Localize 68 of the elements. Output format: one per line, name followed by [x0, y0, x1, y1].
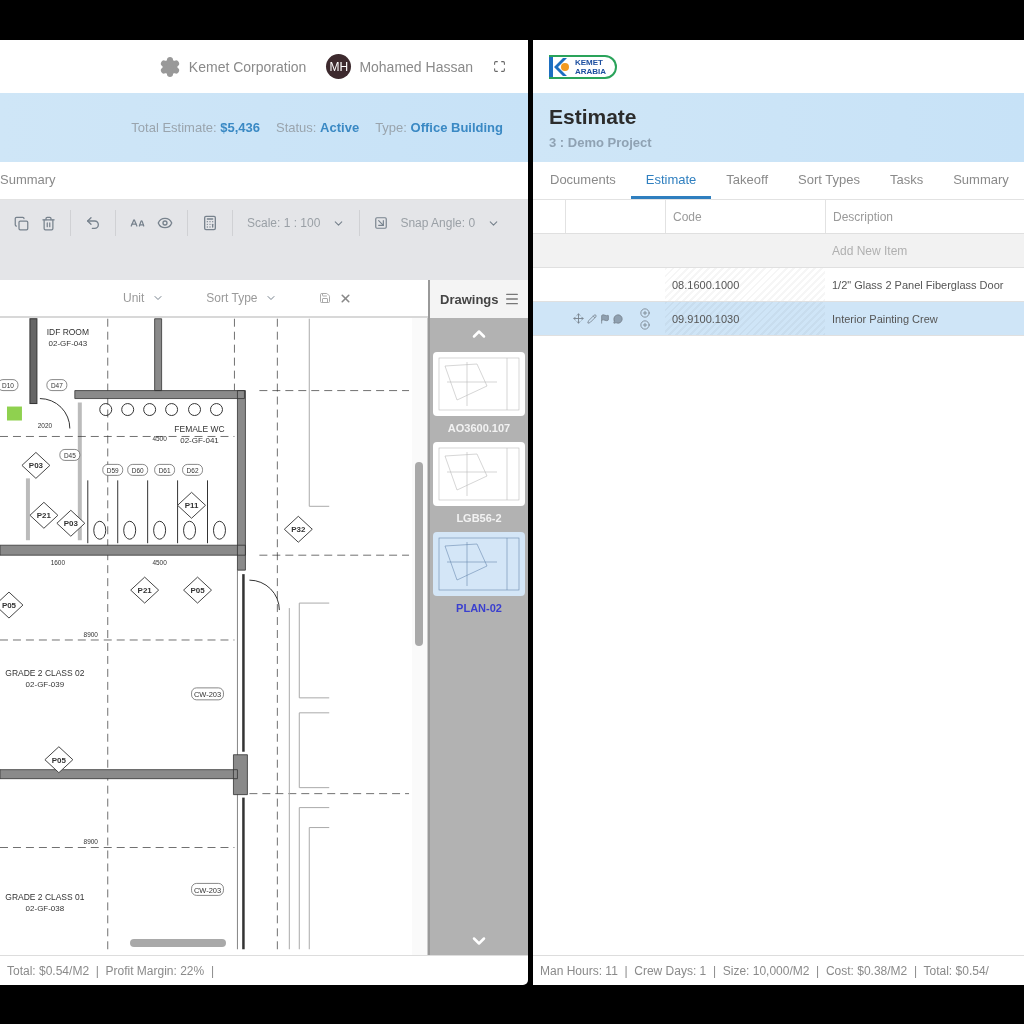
room-code: 02-GF-038 [25, 904, 65, 914]
add-icon[interactable] [640, 307, 650, 318]
drawings-title: Drawings [440, 291, 499, 307]
tab[interactable]: Summary [0, 162, 56, 199]
table-row[interactable]: 08.1600.1000 1/2" Glass 2 Panel Fiberglass Door [533, 268, 1024, 302]
tab[interactable]: Summary [938, 162, 1024, 199]
add-icon[interactable] [640, 319, 650, 330]
column-header[interactable]: Code [665, 200, 825, 233]
tag-marker: P03 [21, 451, 51, 479]
eye-icon[interactable] [157, 215, 173, 231]
description-cell-text: 1/2" Glass 2 Panel Fiberglass Door [831, 277, 1005, 293]
room-name: IDF ROOM [46, 326, 89, 337]
copy-icon[interactable] [14, 215, 29, 231]
drawing-name[interactable]: LGB56-2 [456, 512, 502, 524]
drawing-name[interactable]: AO3600.107 [447, 422, 511, 434]
user-avatar[interactable]: MH [326, 54, 352, 79]
status-text: Man Hours: 11 | Crew Days: 1 | Size: 10,000/M2 | Cost: $0.38/M2 | Total: $0.54/ [539, 963, 989, 978]
calculator-icon[interactable] [202, 215, 218, 231]
tag-marker: P21 [130, 576, 160, 604]
column-header[interactable]: Description [825, 200, 1024, 233]
tab[interactable]: Takeoff [711, 162, 783, 199]
scale-dropdown[interactable]: Scale: 1 : 100 [247, 216, 321, 230]
fullscreen-icon[interactable] [493, 60, 506, 73]
tag-marker: P32 [283, 515, 313, 543]
estimate-info: Type: Office Building [375, 120, 503, 135]
snap-angle-dropdown[interactable]: Snap Angle: 0 [400, 216, 476, 230]
room-code: 02-GF-041 [180, 436, 219, 446]
tag-marker: P05 [183, 576, 212, 604]
room-code: 02-GF-039 [25, 679, 65, 689]
code-cell: 08.1600.1000 [665, 268, 825, 301]
comment-icon[interactable] [613, 313, 623, 324]
page-title: Estimate [549, 105, 638, 129]
tab[interactable]: Sort Types [783, 162, 875, 199]
tag-marker: P21 [29, 501, 59, 529]
scrollbar-thumb[interactable] [415, 462, 424, 646]
room-code: 02-GF-043 [48, 338, 88, 348]
tag-marker: P05 [44, 746, 74, 774]
column-filter[interactable]: Unit [123, 291, 145, 305]
drawing-name[interactable]: PLAN-02 [456, 602, 502, 614]
company-logo: KEMET ARABIA [549, 54, 617, 79]
estimate-info: Total Estimate: $5,436 [131, 120, 260, 135]
settings-icon[interactable] [158, 55, 181, 78]
project-name: 3 : Demo Project [549, 135, 652, 150]
user-name: Mohamed Hassan [359, 58, 473, 75]
table-row[interactable]: 09.9100.1030 Interior Painting Crew [533, 302, 1024, 336]
delete-icon[interactable] [41, 215, 56, 231]
undo-icon[interactable] [85, 215, 101, 231]
move-icon[interactable] [573, 313, 584, 324]
tab[interactable]: Documents [535, 162, 631, 199]
code-cell: 09.9100.1030 [665, 302, 825, 335]
snap-icon[interactable] [374, 216, 389, 230]
description-cell-text: Interior Painting Crew [831, 311, 939, 327]
save-icon[interactable] [319, 292, 332, 304]
menu-icon[interactable] [504, 291, 520, 307]
flag-icon[interactable] [600, 313, 610, 324]
tag-marker: P03 [56, 509, 86, 537]
scrollbar-thumb[interactable] [130, 939, 226, 947]
status-text: Total: $0.54/M2 | Profit Margin: 22% | [6, 963, 214, 978]
room-name: GRADE 2 CLASS 01 [5, 892, 85, 903]
tag-marker: P05 [0, 591, 24, 619]
estimate-info: Status: Active [276, 120, 360, 135]
column-filter[interactable]: Sort Type [206, 291, 258, 305]
tag-marker: P11 [177, 491, 206, 519]
company-name: Kemet Corporation [188, 58, 307, 75]
room-name: FEMALE WC [174, 424, 225, 435]
tab[interactable]: Tasks [874, 162, 939, 199]
edit-icon[interactable] [587, 313, 597, 324]
room-name: GRADE 2 CLASS 02 [5, 667, 85, 678]
